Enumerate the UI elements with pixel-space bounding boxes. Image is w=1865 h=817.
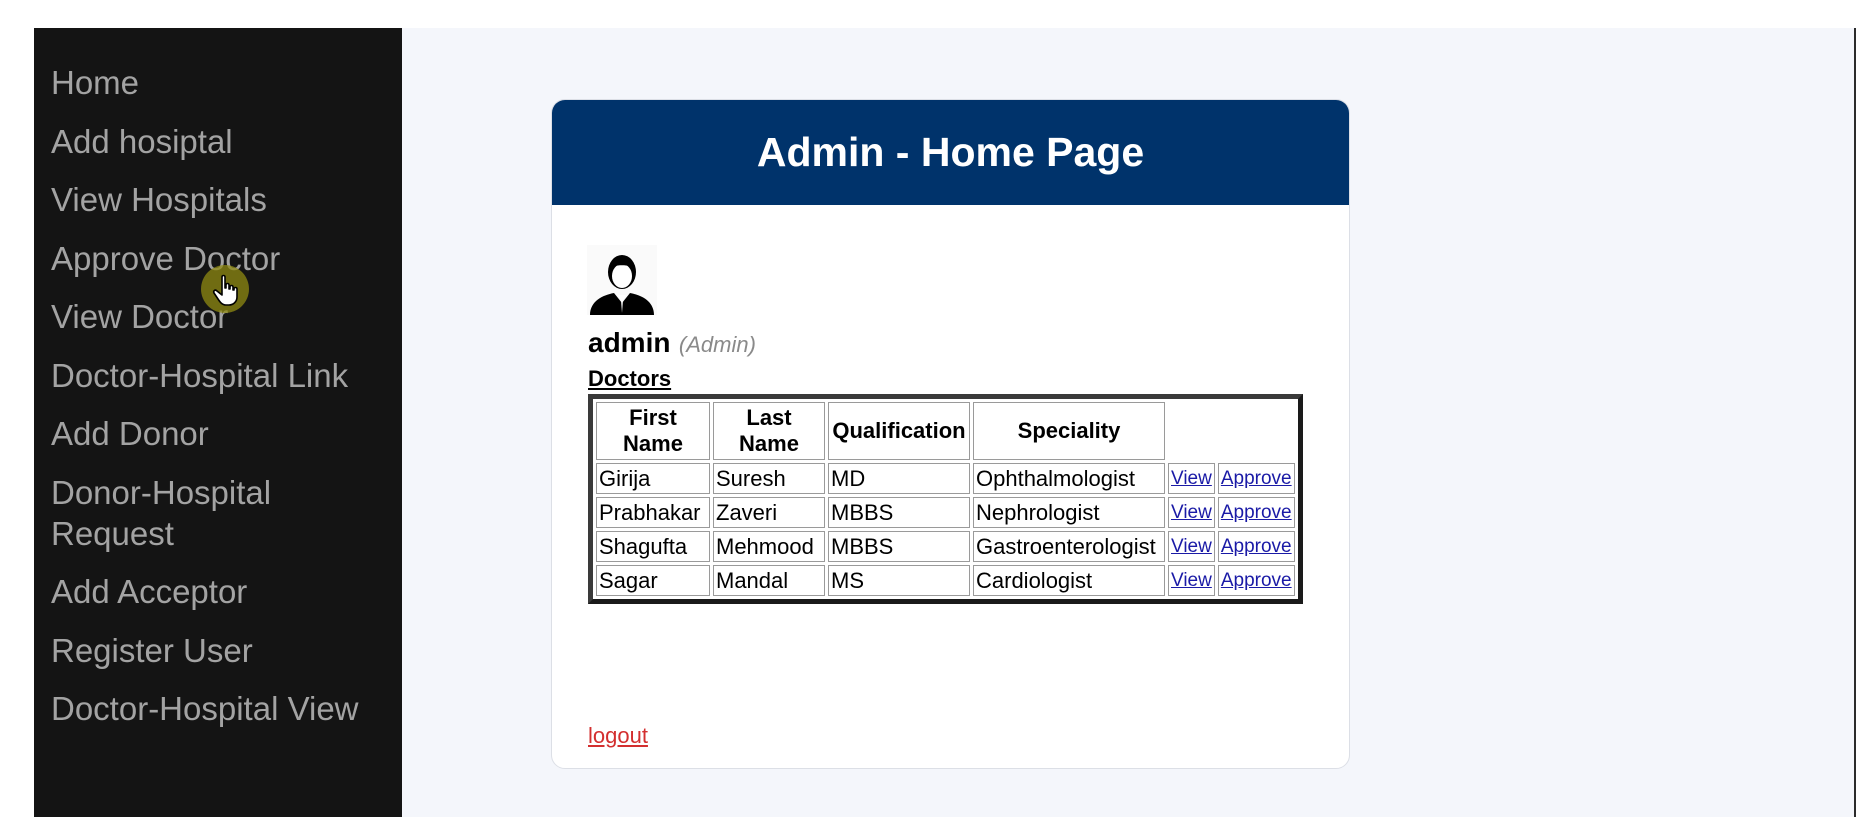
sidebar-item-add-acceptor[interactable]: Add Acceptor [51, 571, 402, 612]
cell-view: View [1168, 497, 1215, 528]
cell-speciality: Nephrologist [973, 497, 1165, 528]
table-header-row: First Name Last Name Qualification Speci… [596, 402, 1295, 460]
sidebar: Home Add hosiptal View Hospitals Approve… [34, 28, 402, 817]
sidebar-item-donor-hospital-request[interactable]: Donor-Hospital Request [51, 472, 331, 554]
sidebar-menu: Home Add hosiptal View Hospitals Approve… [34, 28, 402, 729]
cell-first-name: Sagar [596, 565, 710, 596]
admin-home-card: Admin - Home Page admin (Admin) Doctors … [551, 99, 1350, 769]
view-link[interactable]: View [1171, 570, 1212, 591]
sidebar-item-home[interactable]: Home [51, 62, 402, 103]
cell-qualification: MD [828, 463, 970, 494]
cell-first-name: Prabhakar [596, 497, 710, 528]
cell-view: View [1168, 565, 1215, 596]
table-row: Sagar Mandal MS Cardiologist View Approv… [596, 565, 1295, 596]
cell-last-name: Mehmood [713, 531, 825, 562]
cell-qualification: MBBS [828, 531, 970, 562]
cell-last-name: Suresh [713, 463, 825, 494]
cell-view: View [1168, 531, 1215, 562]
table-row: Girija Suresh MD Ophthalmologist View Ap… [596, 463, 1295, 494]
user-role: (Admin) [678, 332, 756, 357]
hand-cursor-icon [201, 265, 249, 313]
column-header-speciality: Speciality [973, 402, 1165, 460]
column-header-actions [1168, 402, 1295, 460]
user-avatar-icon [587, 245, 657, 315]
cell-qualification: MS [828, 565, 970, 596]
window-right-edge [1854, 28, 1856, 817]
table-row: Shagufta Mehmood MBBS Gastroenterologist… [596, 531, 1295, 562]
cell-qualification: MBBS [828, 497, 970, 528]
view-link[interactable]: View [1171, 502, 1212, 523]
cell-approve: Approve [1217, 531, 1295, 562]
doctors-section-title: Doctors [588, 366, 672, 391]
cell-approve: Approve [1217, 565, 1295, 596]
user-info: admin (Admin) [588, 327, 756, 359]
table-row: Prabhakar Zaveri MBBS Nephrologist View … [596, 497, 1295, 528]
approve-link[interactable]: Approve [1221, 468, 1292, 489]
sidebar-item-doctor-hospital-view[interactable]: Doctor-Hospital View [51, 688, 402, 729]
sidebar-item-add-hospital[interactable]: Add hosiptal [51, 121, 402, 162]
sidebar-item-doctor-hospital-link[interactable]: Doctor-Hospital Link [51, 355, 402, 396]
doctors-table: First Name Last Name Qualification Speci… [588, 394, 1303, 604]
cell-speciality: Cardiologist [973, 565, 1165, 596]
page-title: Admin - Home Page [552, 100, 1349, 205]
user-name: admin [588, 327, 671, 358]
sidebar-item-add-donor[interactable]: Add Donor [51, 413, 402, 454]
cell-speciality: Ophthalmologist [973, 463, 1165, 494]
cell-view: View [1168, 463, 1215, 494]
cell-first-name: Girija [596, 463, 710, 494]
sidebar-item-view-hospitals[interactable]: View Hospitals [51, 179, 402, 220]
view-link[interactable]: View [1171, 468, 1212, 489]
sidebar-item-register-user[interactable]: Register User [51, 630, 402, 671]
column-header-qualification: Qualification [828, 402, 970, 460]
approve-link[interactable]: Approve [1221, 570, 1292, 591]
cell-approve: Approve [1217, 497, 1295, 528]
column-header-first-name: First Name [596, 402, 710, 460]
column-header-last-name: Last Name [713, 402, 825, 460]
approve-link[interactable]: Approve [1221, 502, 1292, 523]
approve-link[interactable]: Approve [1221, 536, 1292, 557]
cell-last-name: Mandal [713, 565, 825, 596]
cell-speciality: Gastroenterologist [973, 531, 1165, 562]
app-window: Home Add hosiptal View Hospitals Approve… [34, 28, 1854, 817]
cell-last-name: Zaveri [713, 497, 825, 528]
cell-first-name: Shagufta [596, 531, 710, 562]
view-link[interactable]: View [1171, 536, 1212, 557]
logout-link[interactable]: logout [588, 723, 648, 749]
cell-approve: Approve [1217, 463, 1295, 494]
